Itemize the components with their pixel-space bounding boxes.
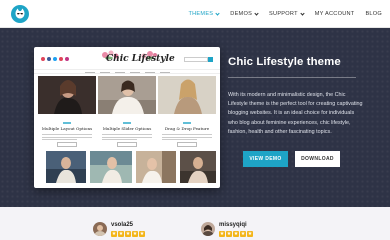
star-icon: ★ (240, 231, 246, 237)
nav-demos[interactable]: DEMOS (230, 10, 259, 17)
top-navigation-bar: THEMES DEMOS SUPPORT MY ACCOUNT BLOG (0, 0, 390, 28)
post-photo-icon (98, 76, 156, 114)
theme-title: Chic Lifestyle theme (228, 56, 341, 68)
post-photo-icon (180, 151, 216, 183)
preview-post-title: Multiple Layout Options (41, 126, 93, 131)
nav-themes-label: THEMES (188, 11, 214, 17)
nav-demos-label: DEMOS (230, 11, 253, 17)
social-dot-icon (65, 57, 69, 61)
post-excerpt-lines (42, 134, 92, 141)
main-menu: THEMES DEMOS SUPPORT MY ACCOUNT BLOG (188, 0, 382, 28)
title-divider (228, 77, 356, 78)
chevron-down-icon (254, 10, 259, 16)
post-photo-icon (90, 151, 132, 183)
star-icon: ★ (139, 231, 145, 237)
post-category-tag (183, 122, 191, 124)
review-username: vsola25 (111, 222, 134, 228)
nav-blog-label: BLOG (365, 11, 382, 17)
social-dot-icon (41, 57, 45, 61)
avatar (93, 222, 107, 236)
nav-blog[interactable]: BLOG (365, 11, 382, 17)
post-photo-icon (38, 76, 96, 114)
preview-search-button (208, 57, 213, 62)
star-icon: ★ (118, 231, 124, 237)
preview-post-title: Drag & Drop Feature (164, 126, 210, 131)
star-rating: ★ ★ ★ ★ ★ (219, 231, 253, 237)
preview-post-title: Multiple Slider Options (102, 126, 152, 131)
preview-search-box (184, 57, 208, 62)
download-button[interactable]: DOWNLOAD (295, 151, 340, 167)
star-icon: ★ (111, 231, 117, 237)
post-excerpt-lines (162, 134, 212, 141)
post-category-tag (123, 122, 131, 124)
preview-menu-bar (34, 69, 220, 74)
preview-social-icons (41, 57, 69, 61)
post-category-tag (63, 122, 71, 124)
social-dot-icon (59, 57, 63, 61)
user-avatar-icon (201, 222, 215, 236)
theme-description: With its modern and minimalistic design,… (228, 92, 363, 135)
preview-post-card: Multiple Slider Options (98, 76, 156, 148)
nav-support[interactable]: SUPPORT (269, 10, 305, 17)
avatar (201, 222, 215, 236)
nav-my-account-label: MY ACCOUNT (314, 11, 355, 17)
nav-support-label: SUPPORT (269, 11, 298, 17)
chevron-down-icon (215, 10, 220, 16)
nav-my-account[interactable]: MY ACCOUNT (315, 11, 355, 17)
social-dot-icon (53, 57, 57, 61)
nav-themes[interactable]: THEMES (188, 10, 220, 17)
preview-post-card: Multiple Layout Options (38, 76, 96, 148)
star-icon: ★ (132, 231, 138, 237)
star-icon: ★ (247, 231, 253, 237)
user-avatar-icon (93, 222, 107, 236)
star-rating: ★ ★ ★ ★ ★ (111, 231, 145, 237)
read-more-button (177, 142, 197, 148)
site-logo-icon[interactable] (11, 5, 29, 23)
theme-preview-screenshot[interactable]: Chic Lifestyle Multiple Layout Options M… (34, 47, 220, 188)
preview-site-header: Chic Lifestyle (34, 47, 220, 74)
preview-post-card: Drag & Drop Feature (158, 76, 216, 148)
star-icon: ★ (226, 231, 232, 237)
cat-face-icon (15, 8, 25, 19)
read-more-button (117, 142, 137, 148)
star-icon: ★ (219, 231, 225, 237)
chevron-down-icon (300, 10, 305, 16)
post-excerpt-lines (102, 134, 152, 141)
post-photo-icon (136, 151, 176, 183)
preview-site-logo: Chic Lifestyle (106, 54, 175, 64)
post-photo-icon (46, 151, 86, 183)
read-more-button (57, 142, 77, 148)
social-dot-icon (47, 57, 51, 61)
post-photo-icon (158, 76, 216, 114)
review-username: missyqiqi (219, 222, 247, 228)
star-icon: ★ (233, 231, 239, 237)
reviews-strip: vsola25 ★ ★ ★ ★ ★ missyqiqi ★ ★ ★ ★ ★ (0, 207, 390, 240)
view-demo-button[interactable]: VIEW DEMO (243, 151, 288, 167)
star-icon: ★ (125, 231, 131, 237)
